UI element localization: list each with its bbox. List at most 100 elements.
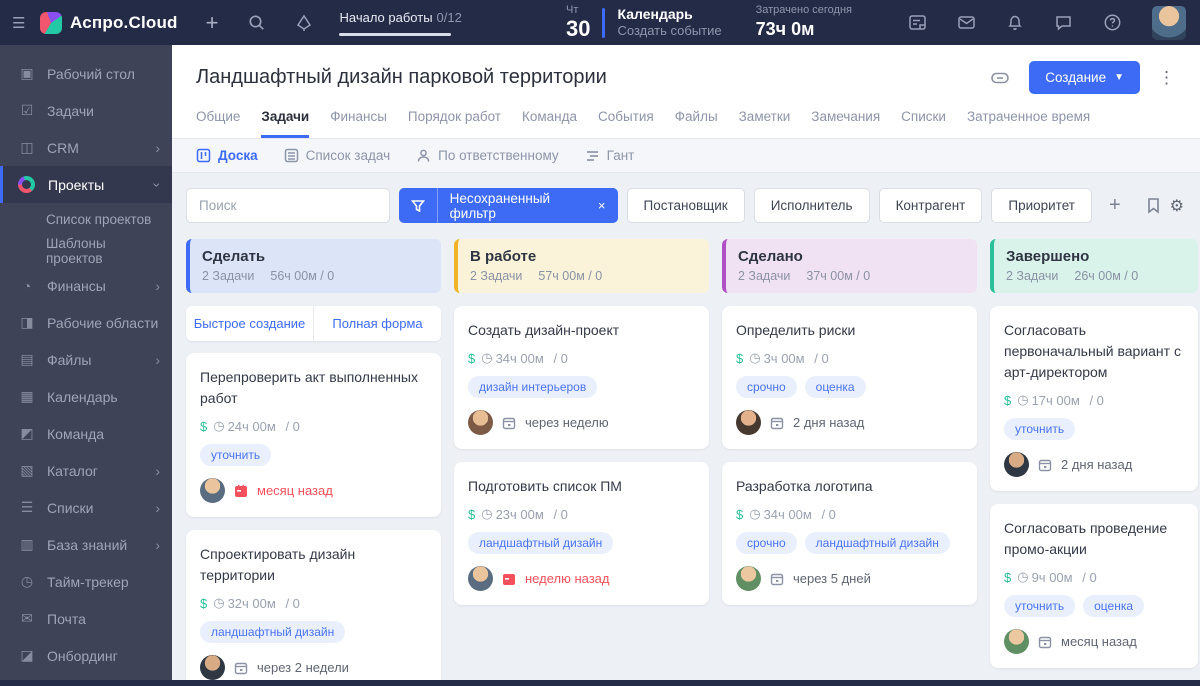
task-card[interactable]: Создать дизайн-проект $◷34ч 00м / 0 диза… (454, 306, 709, 449)
task-card[interactable]: Спроектировать дизайн территории $◷32ч 0… (186, 530, 441, 680)
more-menu-icon[interactable]: ⋮ (1158, 68, 1176, 88)
tag[interactable]: оценка (1083, 595, 1144, 617)
tag[interactable]: уточнить (1004, 418, 1075, 440)
tab-files[interactable]: Файлы (675, 109, 718, 138)
chat-icon[interactable] (1054, 13, 1073, 32)
tab-team[interactable]: Команда (522, 109, 577, 138)
tab-general[interactable]: Общие (196, 109, 240, 138)
search-icon[interactable] (248, 14, 265, 31)
column-task-count: 2 Задачи (202, 269, 254, 283)
onboarding-progress[interactable]: Начало работы0/12 (339, 9, 461, 36)
budget-icon: $ (200, 419, 207, 434)
task-card[interactable]: Разработка логотипа $◷34ч 00м / 0 срочно… (722, 462, 977, 605)
help-icon[interactable] (1103, 13, 1122, 32)
task-card[interactable]: Подготовить список ПМ $◷23ч 00м / 0 ланд… (454, 462, 709, 605)
quick-add-button[interactable]: + (206, 10, 219, 36)
view-board[interactable]: Доска (196, 148, 258, 163)
tab-notes[interactable]: Заметки (739, 109, 791, 138)
sidebar-item-knowledge-base[interactable]: ▥База знаний› (0, 526, 172, 563)
sidebar-subitem-project-list[interactable]: Список проектов (0, 203, 172, 235)
tag[interactable]: ландшафтный дизайн (805, 532, 950, 554)
person-icon (416, 148, 431, 163)
tab-remarks[interactable]: Замечания (811, 109, 880, 138)
create-event-link[interactable]: Создать событие (617, 23, 721, 39)
filter-contractor-button[interactable]: Контрагент (879, 188, 983, 223)
due-date: через 5 дней (793, 571, 871, 586)
tag[interactable]: дизайн интерьеров (468, 376, 597, 398)
team-icon: ◩ (17, 425, 37, 442)
bell-icon[interactable] (1006, 13, 1024, 32)
app-logo[interactable]: Аспро.Cloud (70, 13, 178, 33)
filter-author-button[interactable]: Постановщик (627, 188, 745, 223)
tag[interactable]: ландшафтный дизайн (468, 532, 613, 554)
sidebar-item-workspaces[interactable]: ◨Рабочие области (0, 304, 172, 341)
sidebar-item-projects[interactable]: Проекты› (0, 166, 172, 203)
sidebar-item-catalog[interactable]: ▧Каталог› (0, 452, 172, 489)
sidebar-item-files[interactable]: ▤Файлы› (0, 341, 172, 378)
sidebar-item-onboarding[interactable]: ◪Онбординг (0, 637, 172, 674)
calendar-date[interactable]: Чт 30 (566, 5, 590, 40)
view-gantt[interactable]: Гант (585, 148, 635, 163)
timer-icon: ◷ (213, 595, 224, 611)
sidebar-item-finance[interactable]: ◔Финансы› (0, 267, 172, 304)
tag[interactable]: срочно (736, 532, 797, 554)
date-day: 30 (566, 18, 590, 40)
task-counter: / 0 (1089, 393, 1103, 408)
task-card[interactable]: Согласовать первоначальный вариант с арт… (990, 306, 1198, 491)
tag[interactable]: ландшафтный дизайн (200, 621, 345, 643)
task-card[interactable]: Определить риски $◷3ч 00м / 0 срочнооцен… (722, 306, 977, 449)
sidebar-item-tasks[interactable]: ☑Задачи (0, 92, 172, 129)
due-calendar-icon (770, 416, 784, 430)
view-by-assignee[interactable]: По ответственному (416, 148, 559, 163)
estimated-hours: 34ч 00м (764, 507, 812, 522)
create-button[interactable]: Создание▼ (1029, 61, 1140, 94)
quick-create-button[interactable]: Быстрое создание (186, 306, 313, 341)
tab-time-spent[interactable]: Затраченное время (967, 109, 1090, 138)
calendar-title: Календарь (617, 6, 721, 24)
onboarding-count: 0/12 (437, 10, 462, 25)
sidebar-item-mail[interactable]: ✉Почта (0, 600, 172, 637)
project-header: Ландшафтный дизайн парковой территории С… (172, 45, 1200, 138)
sidebar-subitem-project-templates[interactable]: Шаблоны проектов (0, 235, 172, 267)
bookmark-icon[interactable] (1146, 197, 1161, 214)
search-input[interactable] (186, 188, 390, 223)
due-calendar-icon (502, 572, 516, 586)
sidebar-item-lists[interactable]: ☰Списки› (0, 489, 172, 526)
tab-events[interactable]: События (598, 109, 654, 138)
tab-finance[interactable]: Финансы (330, 109, 387, 138)
tag[interactable]: уточнить (200, 444, 271, 466)
tag[interactable]: срочно (736, 376, 797, 398)
sidebar-item-crm[interactable]: ◫CRM› (0, 129, 172, 166)
due-date: месяц назад (257, 483, 333, 498)
clear-filter-icon[interactable]: × (598, 198, 618, 213)
active-filter-chip[interactable]: Несохраненный фильтр × (399, 188, 618, 223)
mail-icon[interactable] (957, 13, 976, 32)
filter-priority-button[interactable]: Приоритет (991, 188, 1092, 223)
tag[interactable]: оценка (805, 376, 866, 398)
copy-link-icon[interactable] (989, 67, 1011, 89)
tab-lists[interactable]: Списки (901, 109, 946, 138)
add-filter-icon[interactable]: + (1109, 194, 1121, 217)
tab-tasks[interactable]: Задачи (261, 109, 309, 138)
board-settings-icon[interactable]: ⚙ (1170, 196, 1184, 216)
task-card[interactable]: Согласовать проведение промо-акции $◷9ч … (990, 504, 1198, 668)
launch-icon[interactable] (295, 14, 313, 32)
sidebar-item-calendar[interactable]: ▦Календарь (0, 378, 172, 415)
task-card[interactable]: Перепроверить акт выполненных работ $◷24… (186, 353, 441, 517)
tag[interactable]: уточнить (1004, 595, 1075, 617)
view-task-list[interactable]: Список задач (284, 148, 391, 163)
sidebar-item-desktop[interactable]: ▣Рабочий стол (0, 55, 172, 92)
tasks-icon: ☑ (17, 102, 37, 119)
tab-work-order[interactable]: Порядок работ (408, 109, 501, 138)
filter-icon[interactable] (399, 199, 437, 213)
files-icon: ▤ (17, 351, 37, 368)
budget-icon: $ (1004, 393, 1011, 408)
filter-assignee-button[interactable]: Исполнитель (754, 188, 870, 223)
calendar-widget[interactable]: Календарь Создать событие (617, 6, 721, 40)
notes-icon[interactable] (908, 13, 927, 32)
full-form-button[interactable]: Полная форма (313, 306, 441, 341)
user-avatar[interactable] (1152, 6, 1186, 40)
hamburger-menu-icon[interactable]: ☰ (12, 14, 34, 32)
sidebar-item-time-tracker[interactable]: ◷Тайм-трекер (0, 563, 172, 600)
sidebar-item-team[interactable]: ◩Команда (0, 415, 172, 452)
